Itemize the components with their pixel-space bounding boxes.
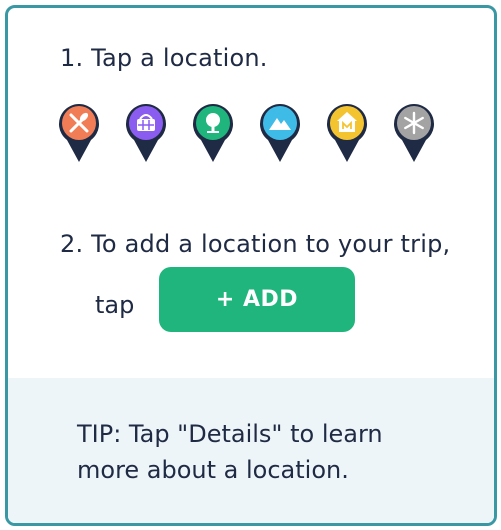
basket-icon	[126, 104, 166, 162]
tip-panel: TIP: Tap "Details" to learn more about a…	[8, 378, 494, 523]
tap-label: tap	[95, 291, 135, 319]
mountain-icon	[260, 104, 300, 162]
museum-pin[interactable]	[324, 100, 370, 164]
tree-icon	[193, 104, 233, 162]
nature-pin[interactable]	[257, 100, 303, 164]
add-button[interactable]: + ADD	[159, 267, 355, 332]
tip-text: TIP: Tap "Details" to learn more about a…	[77, 420, 383, 484]
snowflake-icon	[394, 104, 434, 162]
shopping-pin[interactable]	[123, 100, 169, 164]
restaurant-pin[interactable]	[56, 100, 102, 164]
step-2-text: 2. To add a location to your trip,	[60, 230, 451, 258]
museum-icon	[327, 104, 367, 162]
instructions-card: 1. Tap a location. 2. To add a location …	[5, 5, 497, 526]
fork-knife-icon	[59, 104, 99, 162]
winter-pin[interactable]	[391, 100, 437, 164]
park-pin[interactable]	[190, 100, 236, 164]
location-pin-row	[8, 100, 494, 170]
step-1-text: 1. Tap a location.	[60, 44, 268, 72]
